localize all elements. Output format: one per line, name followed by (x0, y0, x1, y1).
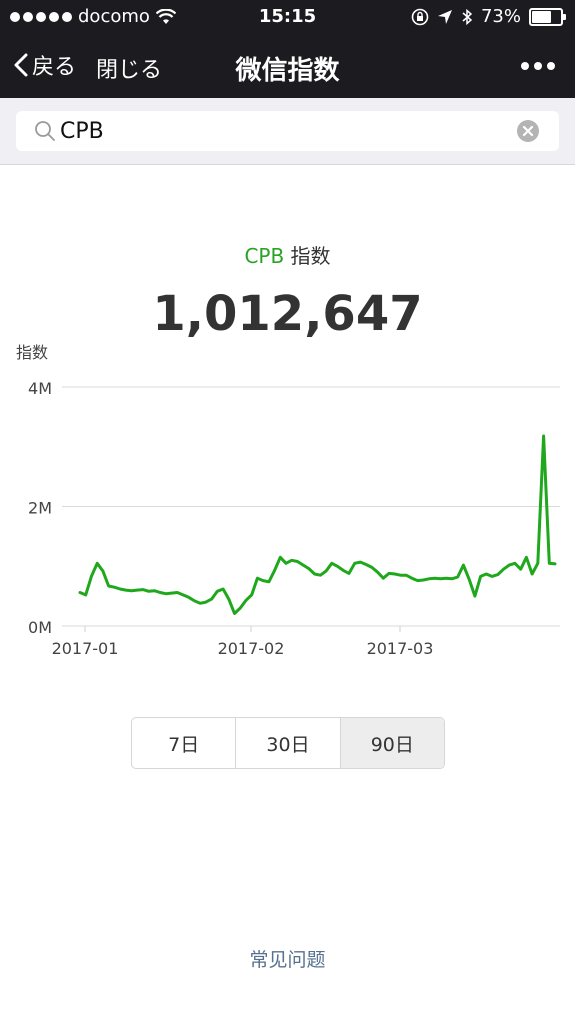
more-dots-icon (521, 62, 529, 70)
navigation-bar: 戻る 閉じる 微信指数 (0, 34, 575, 98)
x-tick-label: 2017-03 (367, 639, 434, 658)
chevron-left-icon (14, 53, 28, 77)
range-option-30日[interactable]: 30日 (236, 718, 341, 768)
battery-percent: 73% (480, 6, 521, 27)
clear-search-button[interactable] (517, 120, 539, 142)
faq-footer: 常见问题 (0, 945, 575, 972)
index-line-chart: 指数 4M 2M 0M 2017-01 2017-02 2017-03 (16, 343, 560, 658)
range-selector: 7日 30日 90日 (131, 717, 445, 769)
more-options-button[interactable] (521, 62, 555, 70)
search-bar (0, 98, 575, 165)
search-input[interactable] (60, 117, 500, 145)
x-tick-label: 2017-02 (218, 639, 285, 658)
battery-icon (529, 7, 566, 26)
faq-link[interactable]: 常见问题 (249, 949, 325, 971)
back-label: 戻る (32, 55, 77, 80)
range-option-90日[interactable]: 90日 (340, 718, 444, 768)
page-title: 微信指数 (235, 56, 340, 86)
range-option-7日[interactable]: 7日 (132, 718, 237, 768)
series-line (78, 434, 557, 615)
location-arrow-icon (437, 9, 452, 24)
keyword-label: CPB (244, 244, 285, 268)
search-box (16, 111, 559, 151)
bluetooth-icon (462, 8, 473, 25)
x-tick-label: 2017-01 (52, 639, 119, 658)
y-tick-label: 0M (28, 618, 52, 637)
index-suffix: 指数 (290, 244, 331, 268)
y-tick-label: 4M (28, 379, 52, 398)
status-icons: 73% (411, 6, 566, 27)
status-bar: docomo 15:15 73% (0, 0, 575, 34)
back-button[interactable]: 戻る (14, 49, 76, 81)
orientation-lock-icon (411, 8, 429, 25)
close-button[interactable]: 閉じる (96, 52, 162, 84)
y-tick-label: 2M (28, 499, 52, 518)
index-heading: CPB 指数 (0, 240, 575, 269)
y-axis-label: 指数 (16, 343, 48, 362)
clear-icon (522, 125, 534, 137)
search-icon (35, 121, 55, 141)
